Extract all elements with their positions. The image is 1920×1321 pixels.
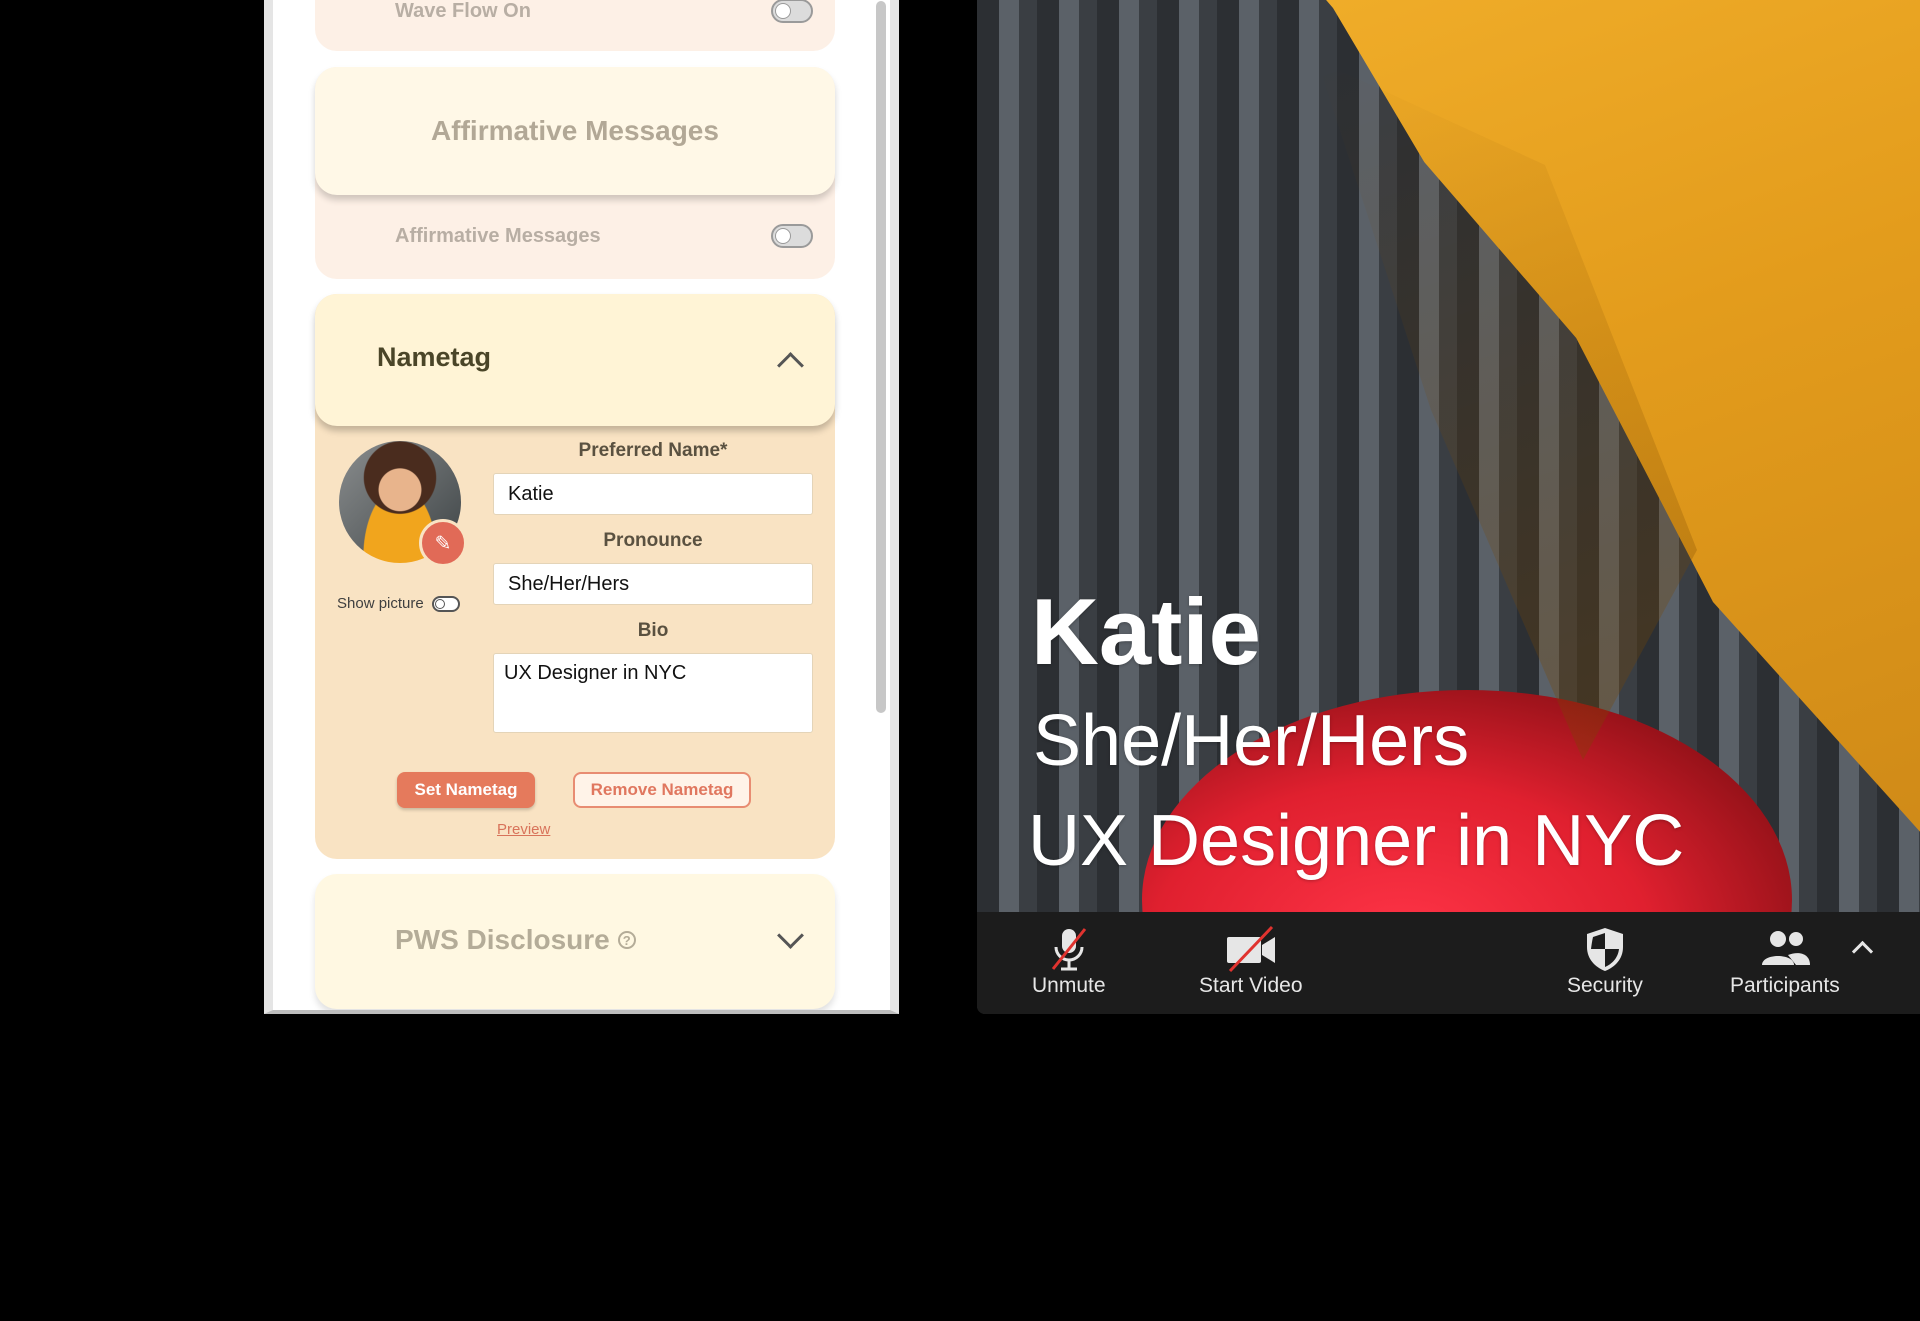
affirmative-title: Affirmative Messages [431, 115, 719, 146]
preferred-name-input[interactable]: Katie [493, 473, 813, 515]
edit-avatar-button[interactable]: ✎ [419, 519, 467, 567]
video-camera-off-icon [1224, 924, 1278, 974]
bio-label: Bio [637, 620, 669, 641]
participants-label: Participants [1730, 974, 1840, 997]
help-icon[interactable]: ? [617, 931, 636, 949]
pws-disclosure-card[interactable]: PWS Disclosure ? [315, 874, 835, 1009]
unmute-button[interactable]: Unmute [1032, 924, 1106, 998]
nametag-overlay-name: Katie [1031, 579, 1261, 684]
show-picture-toggle[interactable] [431, 595, 460, 612]
participants-button[interactable]: Participants [1730, 924, 1840, 998]
security-label: Security [1567, 974, 1643, 997]
nametag-title: Nametag [377, 342, 492, 372]
affirmative-toggle-label: Affirmative Messages [395, 224, 601, 247]
microphone-muted-icon [1045, 924, 1093, 974]
show-picture-row: Show picture [337, 595, 460, 612]
preferred-name-label: Preferred Name* [578, 440, 728, 461]
shield-icon [1583, 924, 1627, 974]
affirmative-header[interactable]: Affirmative Messages [315, 67, 835, 195]
remove-nametag-button[interactable]: Remove Nametag [573, 772, 751, 808]
pws-title: PWS Disclosure [395, 924, 610, 955]
bio-textarea[interactable]: UX Designer in NYC [493, 653, 813, 733]
people-icon [1758, 924, 1812, 974]
nametag-card: Nametag ✎ Show picture Preferred Name* K… [315, 294, 835, 859]
scrollbar[interactable] [876, 1, 886, 713]
video-pane: Katie She/Her/Hers UX Designer in NYC Un… [977, 0, 1920, 1014]
meeting-toolbar: Unmute Start Video Security Participants [977, 912, 1920, 1014]
nametag-overlay-bio: UX Designer in NYC [1028, 801, 1685, 881]
unmute-label: Unmute [1032, 974, 1106, 997]
wave-flow-card: Wave Flow On [315, 0, 835, 51]
chevron-up-icon[interactable] [1851, 940, 1874, 963]
security-button[interactable]: Security [1567, 924, 1643, 998]
show-picture-label: Show picture [337, 595, 424, 612]
pws-title-row: PWS Disclosure ? [395, 924, 636, 956]
pencil-icon: ✎ [434, 532, 452, 555]
chevron-down-icon[interactable] [777, 922, 804, 949]
nametag-header[interactable]: Nametag [315, 294, 835, 426]
wave-flow-toggle[interactable] [771, 0, 813, 23]
settings-panel: Wave Flow On Affirmative Messages Affirm… [264, 0, 899, 1014]
pronoun-label: Pronounce [603, 530, 703, 551]
chevron-up-icon[interactable] [777, 352, 804, 379]
wave-flow-label: Wave Flow On [395, 0, 531, 22]
set-nametag-button[interactable]: Set Nametag [397, 772, 535, 808]
nametag-overlay-pronouns: She/Her/Hers [1033, 701, 1470, 781]
preview-link[interactable]: Preview [497, 821, 550, 838]
start-video-label: Start Video [1199, 974, 1303, 997]
start-video-button[interactable]: Start Video [1199, 924, 1303, 998]
affirmative-card: Affirmative Messages Affirmative Message… [315, 67, 835, 279]
affirmative-toggle[interactable] [771, 224, 813, 248]
pronoun-input[interactable]: She/Her/Hers [493, 563, 813, 605]
affirmative-row: Affirmative Messages [315, 216, 835, 256]
wave-flow-row: Wave Flow On [315, 0, 835, 31]
